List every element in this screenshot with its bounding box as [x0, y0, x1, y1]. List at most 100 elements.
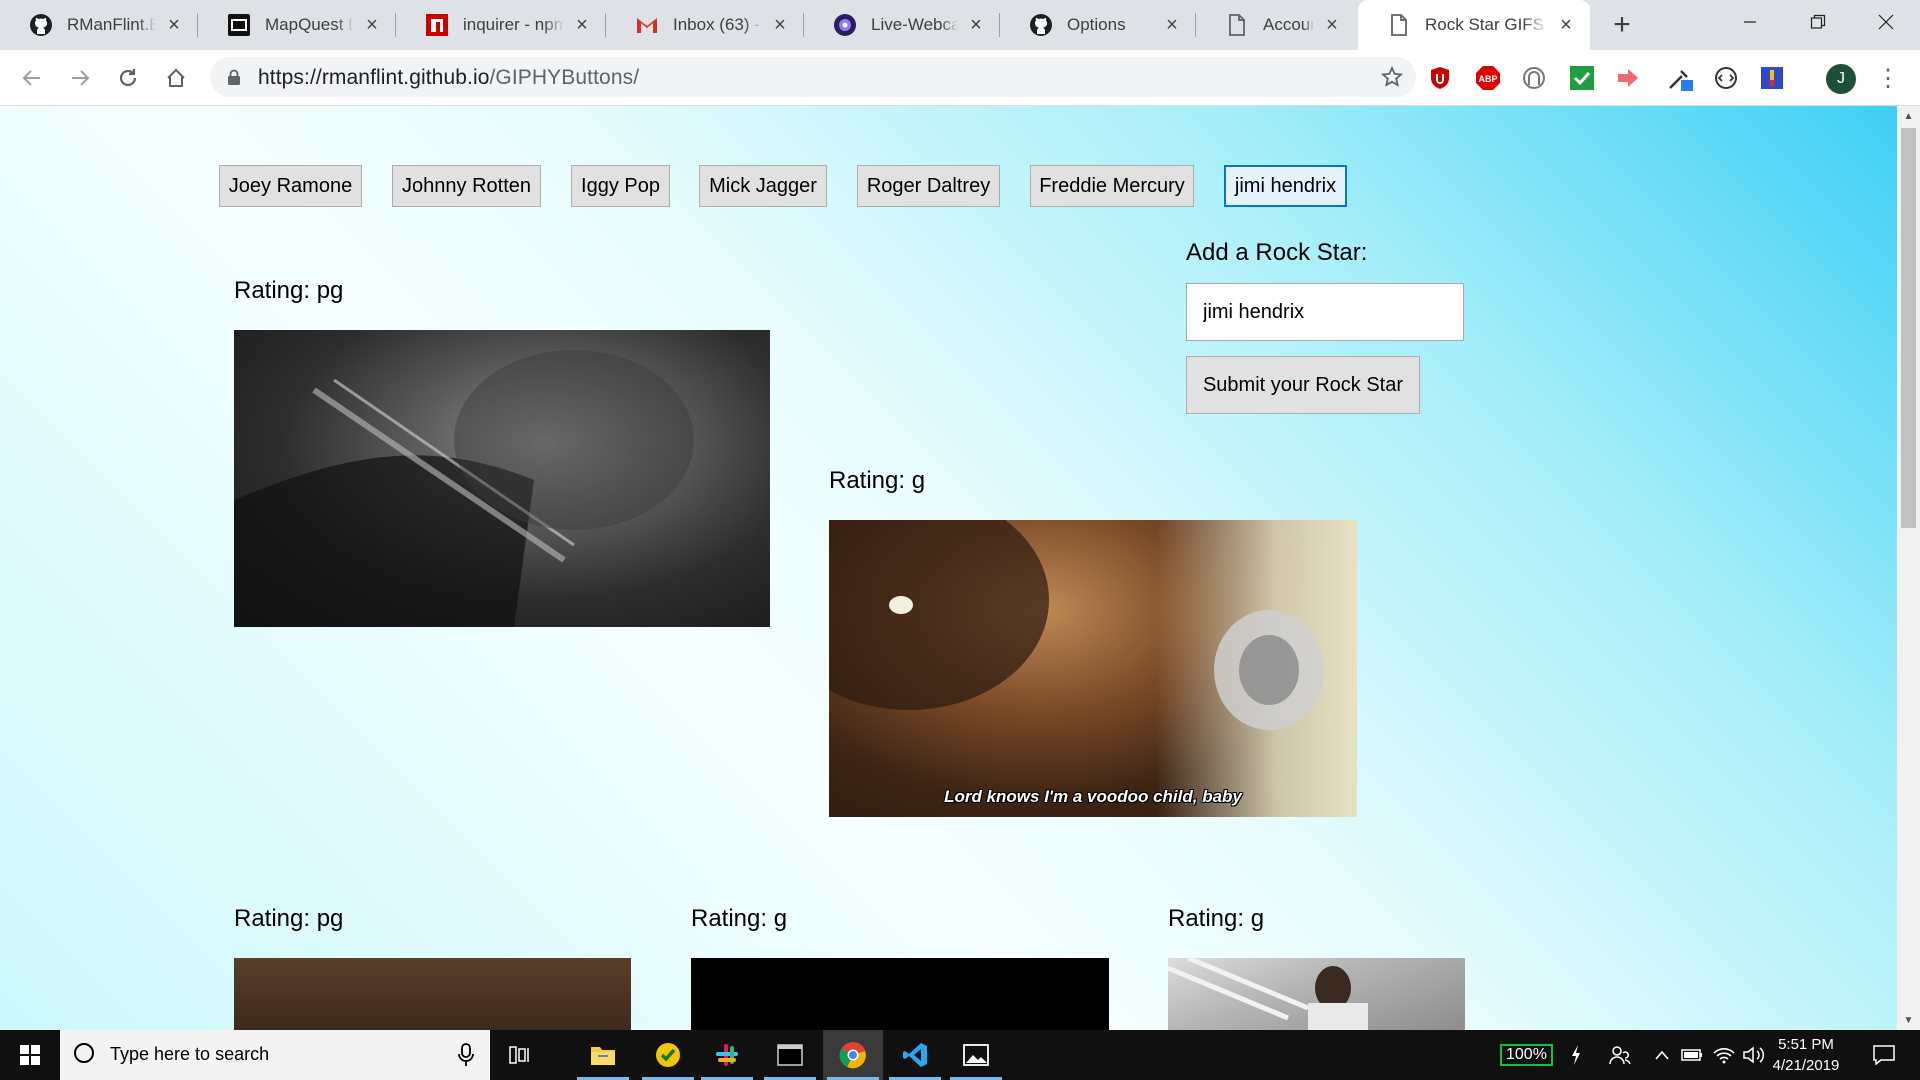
windows-taskbar: Type here to search 100% 5:51 PM 4/21/20… — [0, 1030, 1920, 1080]
checkmark-extension-icon[interactable] — [1568, 64, 1596, 92]
taskbar-clock[interactable]: 5:51 PM 4/21/2019 — [1768, 1034, 1844, 1076]
norton-icon[interactable] — [638, 1030, 698, 1080]
mapquest-icon — [227, 13, 251, 37]
new-tab-button[interactable]: + — [1605, 8, 1639, 42]
scroll-down-arrow-icon[interactable]: ▼ — [1897, 1010, 1920, 1030]
restore-button[interactable] — [1784, 0, 1852, 44]
rock-star-button-iggy-pop[interactable]: Iggy Pop — [571, 165, 670, 207]
tab-title: Options — [1067, 15, 1126, 34]
profile-avatar[interactable]: J — [1826, 64, 1856, 94]
submit-rock-star-button[interactable]: Submit your Rock Star — [1186, 356, 1420, 414]
close-tab-icon[interactable]: × — [572, 14, 592, 36]
start-button[interactable] — [0, 1030, 60, 1080]
add-rock-star-label: Add a Rock Star: — [1186, 239, 1368, 266]
tab-account-registration[interactable]: Account Regis × — [1196, 0, 1356, 50]
tab-title: inquirer - npm — [463, 15, 564, 34]
gif-image[interactable] — [1168, 958, 1465, 1030]
rock-star-button-johnny-rotten[interactable]: Johnny Rotten — [392, 165, 541, 207]
tab-mapquest[interactable]: MapQuest De × — [198, 0, 396, 50]
browser-toolbar: https://rmanflint.github.io/GIPHYButtons… — [0, 50, 1920, 106]
rock-star-button-mick-jagger[interactable]: Mick Jagger — [699, 165, 827, 207]
gif-image[interactable]: Lord knows I'm a voodoo child, baby — [829, 520, 1357, 817]
cortana-icon — [74, 1043, 94, 1063]
share-extension-icon[interactable] — [1614, 64, 1642, 92]
tab-strip: RManFlint.Boo × MapQuest De × inquirer -… — [0, 0, 1920, 50]
home-button[interactable] — [160, 62, 192, 94]
tab-title: Account Regis — [1263, 15, 1314, 34]
gif-rating: Rating: pg — [234, 277, 344, 304]
restore-icon — [1810, 14, 1826, 29]
code-extension-icon[interactable] — [1712, 64, 1740, 92]
gif-caption: Lord knows I'm a voodoo child, baby — [944, 787, 1242, 806]
tab-rock-star-gifs[interactable]: Rock Star GIFS × — [1358, 0, 1590, 50]
gif-image[interactable] — [234, 958, 631, 1030]
eyedropper-icon[interactable] — [1666, 64, 1694, 92]
chevron-up-icon[interactable] — [1652, 1030, 1672, 1080]
tab-title: RManFlint.Boo — [67, 15, 156, 34]
gif-rating: Rating: g — [1168, 905, 1265, 932]
task-view-icon[interactable] — [490, 1030, 550, 1080]
battery-icon[interactable] — [1680, 1030, 1704, 1080]
gif-image[interactable] — [234, 330, 770, 627]
minimize-button[interactable] — [1716, 0, 1784, 44]
page-content: Joey Ramone Johnny Rotten Iggy Pop Mick … — [0, 106, 1897, 1030]
close-window-button[interactable] — [1852, 0, 1920, 44]
url-host: https://rmanflint.github.io — [258, 66, 490, 89]
scrollbar-thumb[interactable] — [1901, 128, 1916, 528]
close-tab-icon[interactable]: × — [362, 14, 382, 36]
back-button[interactable] — [16, 62, 48, 94]
taskbar-search-box[interactable]: Type here to search — [60, 1030, 490, 1080]
microphone-icon[interactable] — [458, 1043, 474, 1067]
rock-star-button-joey-ramone[interactable]: Joey Ramone — [219, 165, 362, 207]
close-icon — [1878, 14, 1894, 30]
file-explorer-icon[interactable] — [573, 1030, 633, 1080]
npm-icon — [425, 13, 449, 37]
minimize-icon — [1744, 21, 1756, 23]
search-placeholder: Type here to search — [110, 1044, 270, 1064]
gmail-icon — [635, 13, 659, 37]
lock-icon — [228, 69, 240, 85]
tab-rmanflint[interactable]: RManFlint.Boo × — [0, 0, 198, 50]
tab-gmail[interactable]: Inbox (63) - h × — [606, 0, 804, 50]
tab-title: Rock Star GIFS — [1425, 15, 1545, 34]
close-tab-icon[interactable]: × — [1162, 14, 1182, 36]
chrome-menu-icon[interactable]: ⋮ — [1876, 64, 1900, 92]
forward-button[interactable] — [64, 62, 96, 94]
close-tab-icon[interactable]: × — [966, 14, 986, 36]
rock-star-button-jimi-hendrix[interactable]: jimi hendrix — [1224, 165, 1347, 207]
volume-icon[interactable] — [1742, 1030, 1766, 1080]
slack-icon[interactable] — [697, 1030, 757, 1080]
rock-star-input[interactable] — [1186, 283, 1464, 341]
gif-rating: Rating: pg — [234, 905, 344, 932]
bookmark-extension-icon[interactable] — [1758, 64, 1786, 92]
tab-options[interactable]: Options × — [1000, 0, 1196, 50]
people-icon[interactable] — [1608, 1030, 1632, 1080]
close-tab-icon[interactable]: × — [164, 14, 184, 36]
ghostery-icon[interactable] — [1520, 64, 1548, 92]
gif-image[interactable] — [691, 958, 1109, 1030]
windows-logo-icon — [20, 1045, 40, 1065]
rock-star-button-roger-daltrey[interactable]: Roger Daltrey — [857, 165, 1000, 207]
adblock-plus-icon[interactable]: ABP — [1474, 64, 1502, 92]
reload-button[interactable] — [112, 62, 144, 94]
battery-percent[interactable]: 100% — [1500, 1044, 1553, 1066]
rock-star-button-freddie-mercury[interactable]: Freddie Mercury — [1030, 165, 1194, 207]
vscode-icon[interactable] — [885, 1030, 945, 1080]
terminal-icon[interactable] — [760, 1030, 820, 1080]
close-tab-icon[interactable]: × — [1556, 14, 1576, 36]
url-text: https://rmanflint.github.io/GIPHYButtons… — [258, 66, 639, 90]
action-center-icon[interactable] — [1864, 1030, 1904, 1080]
bookmark-star-icon[interactable] — [1380, 65, 1404, 89]
wifi-icon[interactable] — [1712, 1030, 1736, 1080]
tab-inquirer[interactable]: inquirer - npm × — [396, 0, 606, 50]
close-tab-icon[interactable]: × — [770, 14, 790, 36]
page-scrollbar[interactable]: ▲ ▼ — [1897, 106, 1920, 1030]
chrome-icon[interactable] — [823, 1030, 883, 1080]
scroll-up-arrow-icon[interactable]: ▲ — [1897, 106, 1920, 126]
close-tab-icon[interactable]: × — [1322, 14, 1342, 36]
address-bar[interactable]: https://rmanflint.github.io/GIPHYButtons… — [210, 57, 1416, 97]
home-icon — [167, 68, 185, 87]
tab-webcam[interactable]: Live-Webcam × — [804, 0, 1000, 50]
ublock-icon[interactable] — [1426, 64, 1454, 92]
photos-icon[interactable] — [946, 1030, 1006, 1080]
